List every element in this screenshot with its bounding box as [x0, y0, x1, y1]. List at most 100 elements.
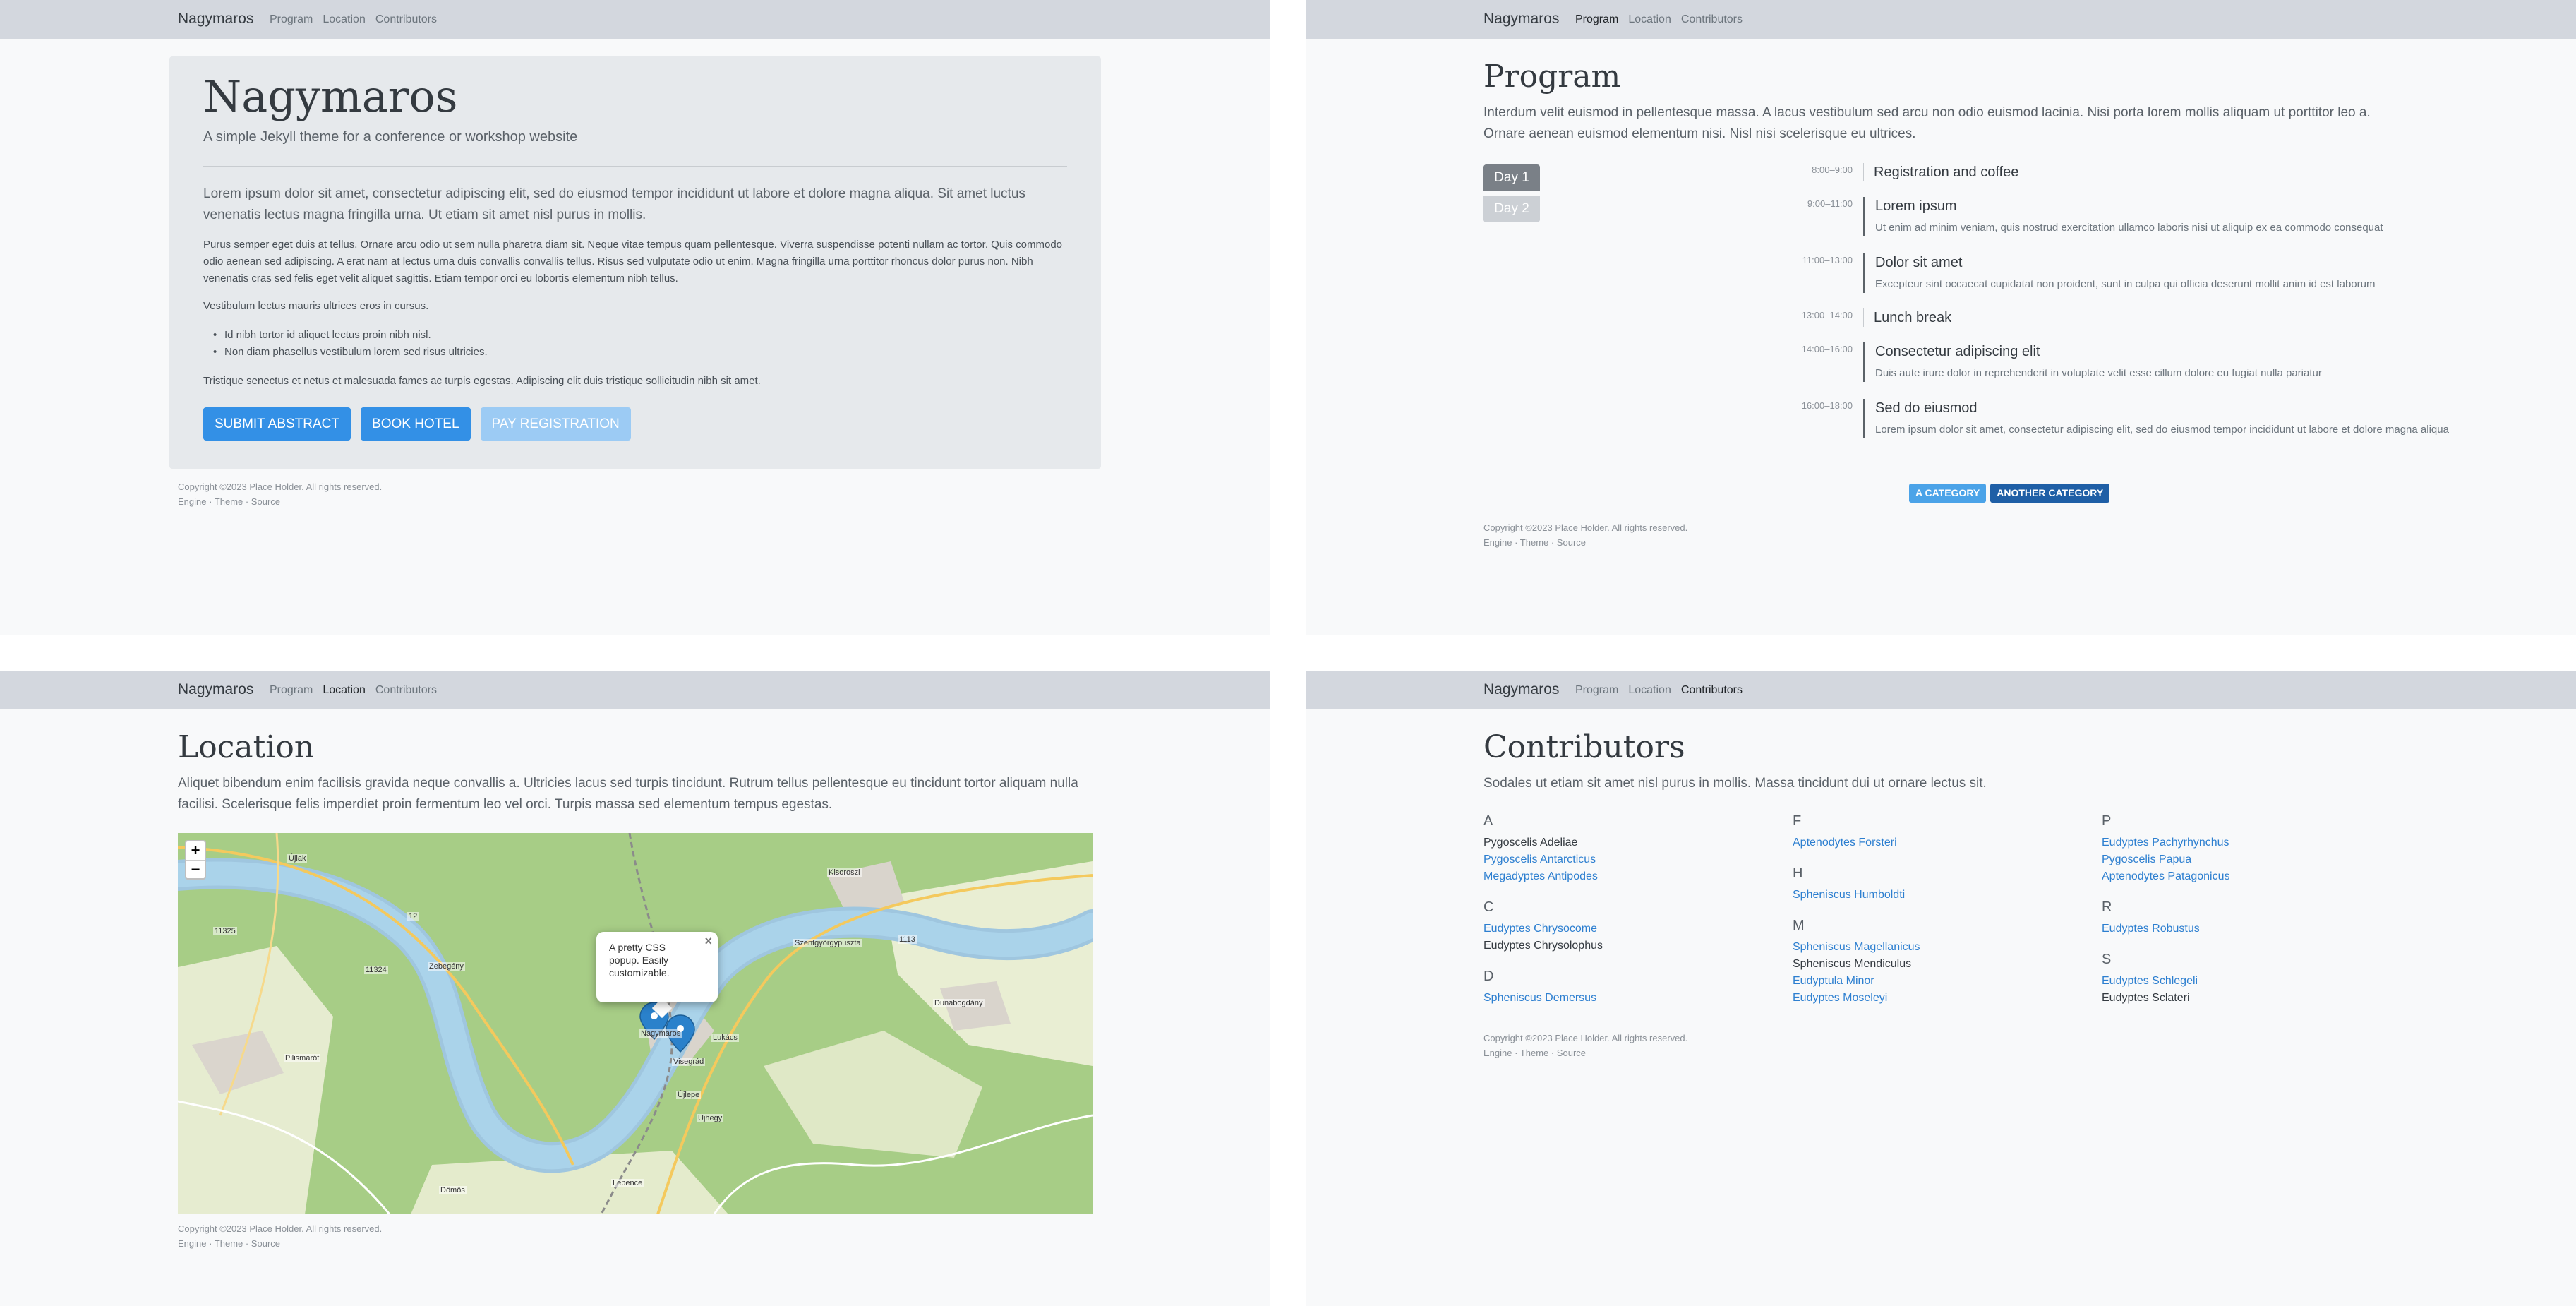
- footer: Copyright ©2023 Place Holder. All rights…: [1483, 1031, 1687, 1060]
- contributor-group: A Pygoscelis Adeliae Pygoscelis Antarcti…: [1483, 812, 1780, 885]
- book-hotel-button[interactable]: Book hotel: [361, 407, 471, 441]
- nav-links: Program Location Contributors: [270, 684, 437, 697]
- schedule-body: Registration and coffee: [1863, 163, 2018, 181]
- contributor-link[interactable]: Spheniscus Demersus: [1483, 990, 1780, 1007]
- group-letter: F: [1793, 813, 1802, 829]
- map-place-label: Pilismarót: [284, 1054, 321, 1062]
- contributor-link[interactable]: Megadyptes Antipodes: [1483, 868, 1780, 885]
- bullet-list: Id nibh tortor id aliquet lectus proin n…: [203, 327, 488, 361]
- schedule-body: Sed do eiusmod Lorem ipsum dolor sit ame…: [1863, 399, 2475, 438]
- page-intro: Aliquet bibendum enim facilisis gravida …: [178, 776, 1078, 812]
- schedule-title: Sed do eiusmod: [1875, 400, 1978, 416]
- program-page-panel: Nagymaros Program Location Contributors …: [1306, 0, 2576, 635]
- nav-link-contributors[interactable]: Contributors: [1681, 13, 1743, 26]
- contributor-link[interactable]: Eudyptula Minor: [1793, 973, 2089, 990]
- page-title: Contributors: [1483, 729, 1685, 765]
- contributor-link[interactable]: Eudyptes Moseleyi: [1793, 990, 2089, 1007]
- contributor-link[interactable]: Pygoscelis Antarcticus: [1483, 851, 1780, 868]
- contributor-group: R Eudyptes Robustus: [2102, 898, 2398, 937]
- list-item: Non diam phasellus vestibulum lorem sed …: [203, 344, 488, 361]
- schedule-title: Lunch break: [1874, 310, 1952, 325]
- submit-abstract-button[interactable]: Submit abstract: [203, 407, 351, 441]
- contributor-group: D Spheniscus Demersus: [1483, 967, 1780, 1007]
- schedule-time: 16:00–18:00: [1801, 400, 1853, 411]
- contributor-link[interactable]: Eudyptes Chrysocome: [1483, 921, 1780, 937]
- contributor-group: M Spheniscus Magellanicus Spheniscus Men…: [1793, 916, 2089, 1007]
- schedule-body: Lorem ipsum Ut enim ad minim veniam, qui…: [1863, 197, 2475, 236]
- contributor-link[interactable]: Pygoscelis Papua: [2102, 851, 2398, 868]
- nav-links: Program Location Contributors: [270, 13, 437, 26]
- nav-link-program[interactable]: Program: [270, 13, 313, 26]
- category-badge[interactable]: Another category: [1990, 484, 2110, 503]
- group-letter: S: [2102, 952, 2112, 967]
- contributor-name: Pygoscelis Adeliae: [1483, 837, 1578, 849]
- map-place-label: Újlepe: [676, 1091, 702, 1099]
- close-icon[interactable]: ×: [704, 935, 712, 947]
- nav-link-location[interactable]: Location: [1628, 13, 1671, 26]
- contributor-name: Eudyptes Sclateri: [2102, 992, 2190, 1004]
- group-letter: M: [1793, 918, 1805, 933]
- nav-brand[interactable]: Nagymaros: [1483, 11, 1559, 28]
- zoom-out-button[interactable]: −: [186, 860, 205, 878]
- map-place-label: Nagymaros: [639, 1029, 682, 1038]
- day-tabs: Day 1 Day 2: [1483, 164, 1540, 222]
- contributor-group: C Eudyptes Chrysocome Eudyptes Chrysolop…: [1483, 898, 1780, 954]
- nav-link-location[interactable]: Location: [323, 684, 366, 697]
- nav-link-contributors[interactable]: Contributors: [375, 684, 437, 697]
- nav-link-contributors[interactable]: Contributors: [375, 13, 437, 26]
- contributor-link[interactable]: Eudyptes Robustus: [2102, 921, 2398, 937]
- footer-links[interactable]: Engine · Theme · Source: [178, 1236, 382, 1251]
- group-letter: C: [1483, 899, 1494, 915]
- contributor-link[interactable]: Spheniscus Magellanicus: [1793, 939, 2089, 956]
- navbar: Nagymaros Program Location Contributors: [0, 671, 1270, 709]
- contributors-page-panel: Nagymaros Program Location Contributors …: [1306, 671, 2576, 1306]
- nav-link-program[interactable]: Program: [1575, 684, 1618, 697]
- contributor-link[interactable]: Eudyptes Schlegeli: [2102, 973, 2398, 990]
- navbar: Nagymaros Program Location Contributors: [1306, 671, 2576, 709]
- nav-link-program[interactable]: Program: [270, 684, 313, 697]
- footer-copyright: Copyright ©2023 Place Holder. All rights…: [1483, 1033, 1688, 1043]
- nav-link-location[interactable]: Location: [1628, 684, 1671, 697]
- footer-links[interactable]: Engine · Theme · Source: [1483, 535, 1687, 550]
- map-place-label: Lukács: [711, 1034, 739, 1042]
- list-item: Id nibh tortor id aliquet lectus proin n…: [203, 327, 488, 344]
- group-letter: P: [2102, 813, 2112, 829]
- nav-link-contributors[interactable]: Contributors: [1681, 684, 1743, 697]
- contributor-link[interactable]: Aptenodytes Forsteri: [1793, 834, 2089, 851]
- schedule-body: Dolor sit amet Excepteur sint occaecat c…: [1863, 253, 2475, 293]
- page-intro: Interdum velit euismod in pellentesque m…: [1483, 105, 2371, 141]
- contributors-column: F Aptenodytes Forsteri H Spheniscus Humb…: [1793, 812, 2089, 1019]
- group-letter: R: [2102, 899, 2112, 915]
- body-paragraph: Vestibulum lectus mauris ultrices eros i…: [203, 300, 429, 312]
- category-badge[interactable]: A category: [1909, 484, 1987, 503]
- schedule-title: Dolor sit amet: [1875, 255, 1963, 270]
- map-place-label: Zebegény: [428, 962, 465, 971]
- tab-day-1[interactable]: Day 1: [1483, 164, 1540, 191]
- zoom-in-button[interactable]: +: [186, 841, 205, 860]
- nav-brand[interactable]: Nagymaros: [1483, 681, 1559, 698]
- body-paragraph: Tristique senectus et netus et malesuada…: [203, 375, 761, 387]
- contributor-name: Spheniscus Mendiculus: [1793, 958, 1912, 970]
- contributor-link[interactable]: Aptenodytes Patagonicus: [2102, 868, 2398, 885]
- footer-links[interactable]: Engine · Theme · Source: [1483, 1046, 1687, 1060]
- schedule-time: 13:00–14:00: [1801, 310, 1853, 320]
- footer: Copyright ©2023 Place Holder. All rights…: [1483, 520, 1687, 550]
- button-row: Submit abstract Book hotel Pay registrat…: [203, 407, 631, 441]
- schedule-description: Duis aute irure dolor in reprehenderit i…: [1875, 367, 2322, 379]
- tab-day-2[interactable]: Day 2: [1483, 196, 1540, 222]
- contributor-link[interactable]: Eudyptes Pachyrhynchus: [2102, 834, 2398, 851]
- nav-brand[interactable]: Nagymaros: [178, 11, 253, 28]
- contributor-link[interactable]: Spheniscus Humboldti: [1793, 887, 2089, 904]
- hero-jumbotron: Nagymaros A simple Jekyll theme for a co…: [169, 56, 1101, 469]
- schedule-title: Consectetur adipiscing elit: [1875, 344, 2040, 359]
- contributors-column: P Eudyptes Pachyrhynchus Pygoscelis Papu…: [2102, 812, 2398, 1019]
- nav-brand[interactable]: Nagymaros: [178, 681, 253, 698]
- nav-link-program[interactable]: Program: [1575, 13, 1618, 26]
- nav-link-location[interactable]: Location: [323, 13, 366, 26]
- schedule-description: Ut enim ad minim veniam, quis nostrud ex…: [1875, 222, 2383, 234]
- navbar: Nagymaros Program Location Contributors: [1306, 0, 2576, 39]
- map-road-label: 12: [407, 912, 419, 921]
- map-popup-text: A pretty CSS popup. Easily customizable.: [609, 942, 670, 978]
- location-map[interactable]: Nagymaros Visegrád Zebegény Szentgyörgyp…: [178, 833, 1093, 1214]
- footer-links[interactable]: Engine · Theme · Source: [178, 494, 382, 509]
